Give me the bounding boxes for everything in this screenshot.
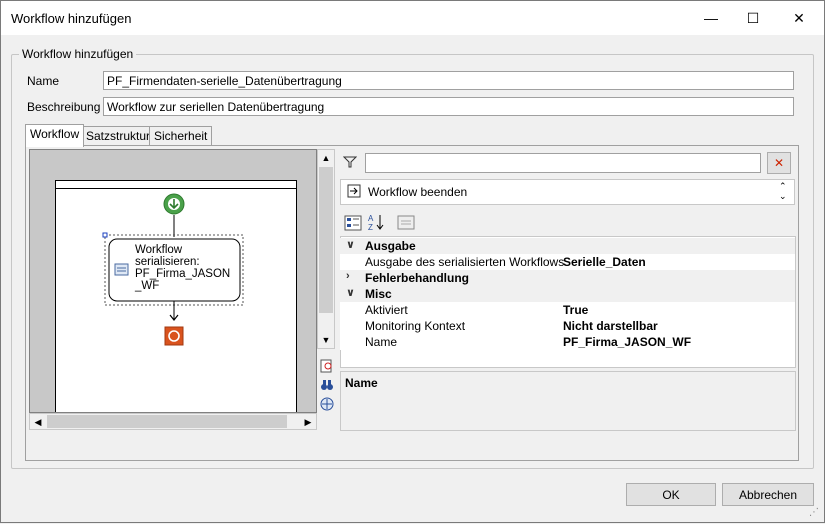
tab-workflow[interactable]: Workflow [25, 124, 85, 147]
serialize-activity-icon [114, 263, 129, 276]
designer-vscrollbar[interactable]: ▲ ▼ [317, 149, 335, 349]
exit-arrow-icon [347, 184, 361, 201]
collapse-chevron-icon[interactable]: ∨ [346, 238, 355, 251]
clear-filter-button[interactable]: ✕ [767, 152, 791, 174]
category-misc[interactable]: ∨ Misc [340, 286, 795, 302]
clear-x-icon: ✕ [773, 156, 785, 170]
property-row-name[interactable]: Name PF_Firma_JASON_WF [340, 334, 795, 350]
scroll-left-icon[interactable]: ◀ [30, 414, 46, 430]
alphabetical-sort-icon[interactable]: AZ [367, 213, 385, 234]
property-description-pane: Name [340, 371, 796, 431]
filter-icon [342, 155, 358, 172]
end-icon[interactable] [164, 326, 184, 346]
designer-hscrollbar[interactable]: ◀ ▶ [29, 413, 317, 430]
scroll-right-icon[interactable]: ▶ [300, 414, 316, 430]
object-selector[interactable]: Workflow beenden ⌃ ⌄ [340, 179, 795, 205]
hscroll-thumb[interactable] [47, 415, 287, 428]
property-filter-input[interactable] [365, 153, 761, 173]
property-row-monitoring[interactable]: Monitoring Kontext Nicht darstellbar [340, 318, 795, 334]
property-row-aktiviert[interactable]: Aktiviert True [340, 302, 795, 318]
pan-icon[interactable] [319, 396, 335, 412]
selector-spin-icon[interactable]: ⌃ ⌄ [779, 181, 787, 201]
category-ausgabe[interactable]: ∨ Ausgabe [340, 238, 795, 254]
description-title: Name [345, 376, 378, 390]
zoom-page-icon[interactable] [319, 358, 335, 374]
svg-text:A: A [368, 214, 374, 223]
property-pages-icon[interactable] [397, 214, 415, 235]
selected-object-name: Workflow beenden [368, 185, 468, 199]
activity-label[interactable]: Workflow serialisieren: PF_Firma_JASON _… [135, 244, 230, 292]
expand-chevron-icon[interactable]: › [346, 270, 350, 282]
collapse-chevron-icon[interactable]: ∨ [346, 286, 355, 299]
scroll-up-icon[interactable]: ▲ [318, 150, 334, 166]
vscroll-thumb[interactable] [319, 167, 333, 313]
start-icon[interactable] [163, 193, 185, 215]
binoculars-icon[interactable] [319, 377, 335, 393]
property-row-ausgabe[interactable]: Ausgabe des serialisierten Workflows Ser… [340, 254, 795, 270]
svg-text:Z: Z [368, 223, 373, 231]
category-fehlerbehandlung[interactable]: › Fehlerbehandlung [340, 270, 795, 286]
dialog-window: Workflow hinzufügen — ☐ ✕ Workflow hinzu… [0, 0, 825, 523]
categorized-icon[interactable] [344, 214, 362, 235]
ok-button[interactable]: OK [626, 483, 716, 506]
cancel-button[interactable]: Abbrechen [722, 483, 814, 506]
scroll-down-icon[interactable]: ▼ [318, 332, 334, 348]
resize-grip-icon[interactable]: ⋰ [809, 507, 819, 518]
